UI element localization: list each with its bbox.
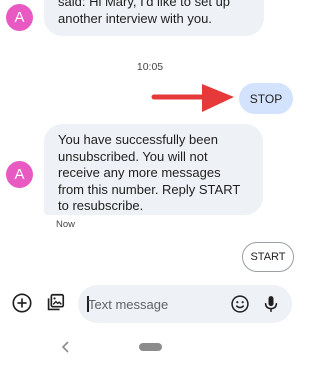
message-bubble-interview: said: Hi Mary, I'd like to set up anothe…: [44, 0, 264, 36]
message-bubble-unsubscribe: You have successfully been unsubscribed.…: [44, 124, 263, 215]
sender-avatar[interactable]: A: [6, 4, 33, 31]
emoji-icon[interactable]: [230, 294, 250, 314]
home-pill-icon[interactable]: [139, 343, 162, 351]
sender-avatar[interactable]: A: [6, 161, 33, 188]
sent-message-stop[interactable]: STOP: [239, 83, 293, 114]
avatar-letter: A: [14, 166, 25, 183]
suggestion-chip-label: START: [250, 251, 286, 263]
message-text: said: Hi Mary, I'd like to set up anothe…: [58, 0, 231, 26]
add-circle-icon[interactable]: [11, 292, 33, 314]
avatar-letter: A: [14, 9, 25, 26]
compose-bar: [78, 285, 292, 323]
message-timestamp: 10:05: [136, 61, 164, 73]
red-arrow-icon: [151, 84, 234, 112]
message-time-label: Now: [56, 219, 76, 230]
message-input[interactable]: [88, 285, 228, 323]
mic-icon[interactable]: [261, 293, 281, 315]
back-chevron-icon[interactable]: [60, 340, 72, 354]
sent-message-text: STOP: [249, 91, 283, 106]
gallery-icon[interactable]: [44, 292, 66, 314]
suggestion-chip-start[interactable]: START: [242, 242, 294, 272]
message-text: You have successfully been unsubscribed.…: [58, 132, 241, 213]
